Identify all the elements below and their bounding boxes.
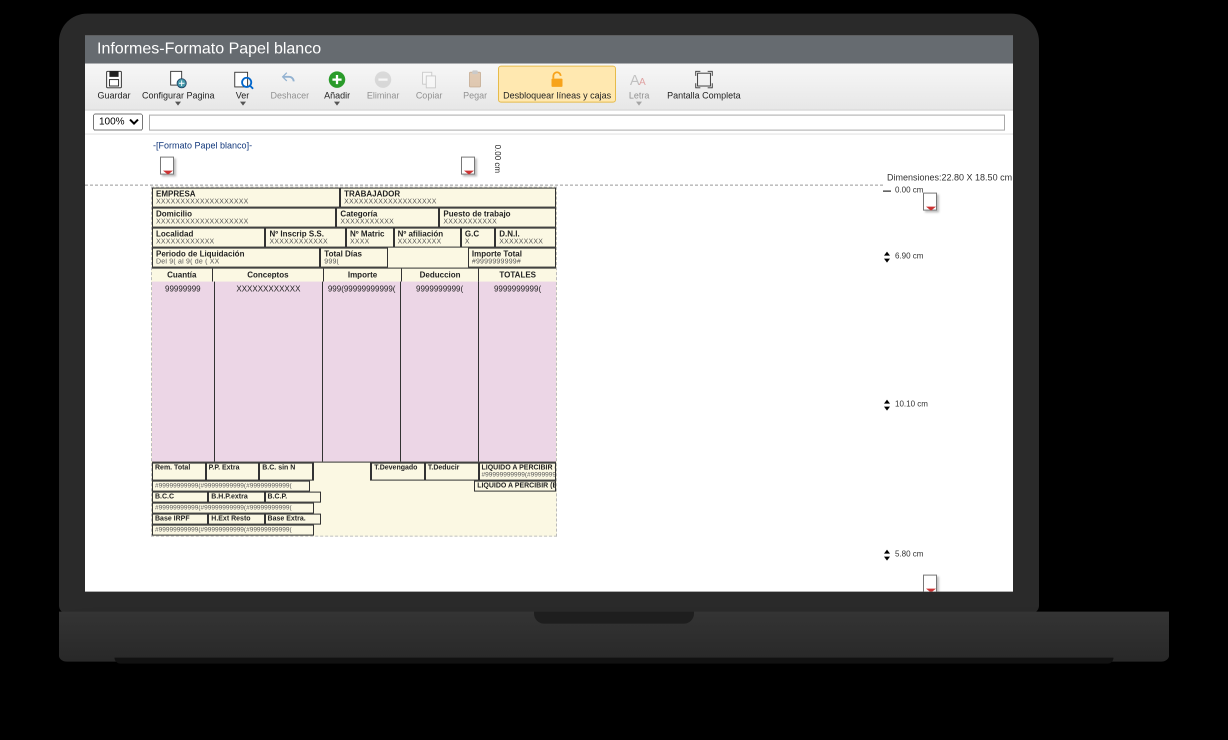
chevron-down-icon <box>334 102 340 106</box>
chevron-down-icon <box>175 102 181 106</box>
chevron-down-icon <box>240 102 246 106</box>
view-icon <box>232 69 254 91</box>
drag-handle[interactable] <box>160 157 174 175</box>
fullscreen-button[interactable]: Pantalla Completa <box>662 66 746 103</box>
delete-button[interactable]: Eliminar <box>360 66 406 103</box>
canvas[interactable]: Formato Papel blanco 0.00 cm EMPRESAXXXX… <box>85 135 883 592</box>
unlock-button[interactable]: Desbloquear líneas y cajas <box>498 66 616 103</box>
lock-open-icon <box>546 69 568 91</box>
undo-button[interactable]: Deshacer <box>266 66 315 103</box>
drag-handle[interactable] <box>461 157 475 175</box>
chevron-down-icon <box>636 102 642 106</box>
paste-icon <box>464 69 486 91</box>
font-icon: AA <box>628 69 650 91</box>
paste-button[interactable]: Pegar <box>452 66 498 103</box>
toolbar: Guardar Configurar Pagina Ver Deshacer <box>85 64 1013 111</box>
detail-section: 99999999 XXXXXXXXXXXX 999(99999999999( 9… <box>152 282 556 462</box>
undo-icon <box>279 69 301 91</box>
format-label: Formato Papel blanco <box>153 141 252 151</box>
copy-icon <box>418 69 440 91</box>
minus-circle-icon <box>372 69 394 91</box>
font-button[interactable]: AA Letra <box>616 66 662 108</box>
address-field[interactable] <box>149 115 1005 131</box>
save-icon <box>103 69 125 91</box>
view-button[interactable]: Ver <box>220 66 266 108</box>
drag-handle[interactable] <box>923 575 937 592</box>
ruler-panel: Dimensiones:22.80 X 18.50 cm 0.00 cm 6.9… <box>883 135 1013 592</box>
section-divider <box>85 185 883 186</box>
plus-circle-icon <box>326 69 348 91</box>
ruler-top: 0.00 cm <box>493 145 502 173</box>
app-window: Informes-Formato Papel blanco Guardar Co… <box>85 36 1013 592</box>
window-title: Informes-Formato Papel blanco <box>97 41 321 58</box>
footer-section: Rem. Total P.P. Extra B.C. sin N T.Deven… <box>152 462 556 536</box>
dimensions-label: Dimensiones:22.80 X 18.50 cm <box>887 173 1012 183</box>
workspace: Formato Papel blanco 0.00 cm EMPRESAXXXX… <box>85 135 1013 592</box>
zoom-bar: 100% <box>85 111 1013 135</box>
save-button[interactable]: Guardar <box>91 66 137 103</box>
fullscreen-icon <box>693 69 715 91</box>
zoom-select[interactable]: 100% <box>93 114 143 131</box>
title-bar: Informes-Formato Papel blanco <box>85 36 1013 64</box>
header-section: EMPRESAXXXXXXXXXXXXXXXXXXX TRABAJADORXXX… <box>152 188 556 282</box>
copy-button[interactable]: Copiar <box>406 66 452 103</box>
add-button[interactable]: Añadir <box>314 66 360 108</box>
svg-text:A: A <box>639 77 646 88</box>
page-setup-icon <box>167 69 189 91</box>
drag-handle[interactable] <box>923 193 937 211</box>
report-page[interactable]: EMPRESAXXXXXXXXXXXXXXXXXXX TRABAJADORXXX… <box>151 187 557 537</box>
page-setup-button[interactable]: Configurar Pagina <box>137 66 220 108</box>
laptop-base <box>59 612 1169 662</box>
